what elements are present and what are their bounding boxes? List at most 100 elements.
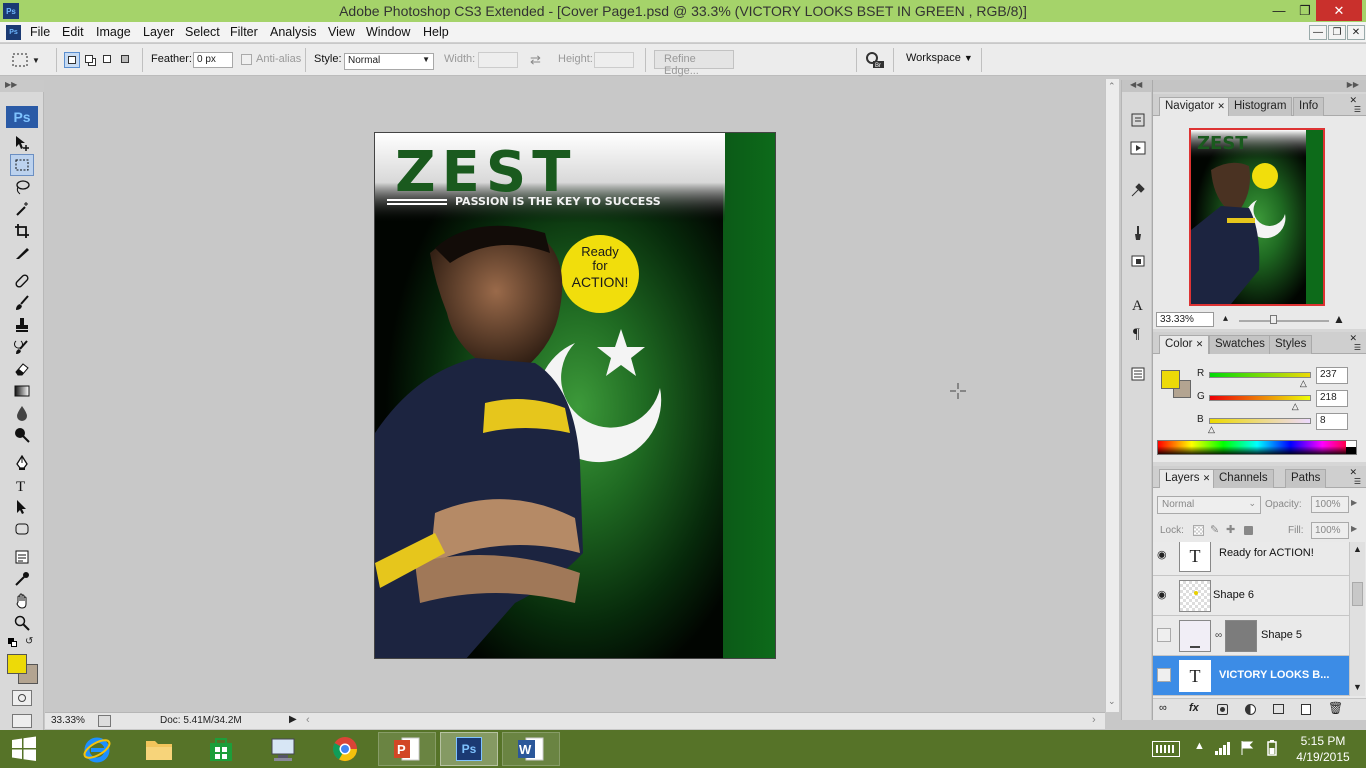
clone-stamp-tool[interactable] bbox=[10, 314, 34, 336]
scroll-down-arrow[interactable]: ▼ bbox=[1353, 682, 1362, 692]
g-input[interactable]: 218 bbox=[1316, 390, 1348, 407]
quick-mask-button[interactable] bbox=[12, 690, 32, 706]
tab-layers[interactable]: Layers ✕ bbox=[1159, 469, 1217, 488]
scroll-right-arrow[interactable]: › bbox=[1092, 714, 1096, 726]
zoom-out-icon[interactable]: ▴ bbox=[1223, 313, 1228, 324]
navigator-zoom-slider[interactable] bbox=[1239, 320, 1329, 322]
menu-edit[interactable]: Edit bbox=[62, 25, 84, 39]
taskbar-word[interactable]: W bbox=[502, 732, 560, 766]
zoom-level[interactable]: 33.33% bbox=[51, 715, 85, 726]
swap-arrows-icon[interactable]: ⇄ bbox=[530, 52, 541, 68]
navigator-zoom-thumb[interactable] bbox=[1270, 315, 1277, 324]
layer-row[interactable]: ◉ Shape 6 bbox=[1153, 576, 1349, 616]
panel-menu-icon[interactable]: ☰ bbox=[1354, 477, 1361, 486]
feather-input[interactable]: 0 px bbox=[193, 52, 233, 68]
lock-transparency-icon[interactable] bbox=[1193, 525, 1204, 536]
menu-help[interactable]: Help bbox=[423, 25, 449, 39]
close-icon[interactable]: ✕ bbox=[1203, 473, 1211, 483]
bridge-icon[interactable]: Br bbox=[864, 51, 886, 69]
swap-colors-icon[interactable]: ↺ bbox=[25, 636, 33, 647]
rectangular-marquee-tool[interactable] bbox=[10, 154, 34, 176]
menu-view[interactable]: View bbox=[328, 25, 355, 39]
dodge-tool[interactable] bbox=[10, 424, 34, 446]
width-input[interactable] bbox=[478, 52, 518, 68]
blur-tool[interactable] bbox=[10, 402, 34, 424]
character-icon[interactable]: A bbox=[1127, 293, 1149, 315]
layer-row[interactable]: ∞ Shape 5 bbox=[1153, 616, 1349, 656]
refine-edge-button[interactable]: Refine Edge... bbox=[654, 50, 734, 77]
brush-tool[interactable] bbox=[10, 292, 34, 314]
intersect-selection-button[interactable] bbox=[118, 52, 134, 68]
doc-restore-button[interactable]: ❐ bbox=[1328, 25, 1346, 40]
scroll-up-arrow[interactable]: ⌃ bbox=[1108, 81, 1116, 92]
gradient-tool[interactable] bbox=[10, 380, 34, 402]
visibility-toggle[interactable] bbox=[1157, 628, 1171, 642]
layer-row-selected[interactable]: T VICTORY LOOKS B... bbox=[1153, 656, 1349, 696]
tab-navigator[interactable]: Navigator ✕ bbox=[1159, 97, 1231, 116]
close-icon[interactable]: ✕ bbox=[1217, 101, 1225, 111]
status-menu-arrow[interactable]: ▶ bbox=[289, 714, 297, 725]
shape-tool[interactable] bbox=[10, 518, 34, 540]
add-mask-icon[interactable] bbox=[1217, 704, 1228, 715]
menu-filter[interactable]: Filter bbox=[230, 25, 258, 39]
visibility-toggle[interactable] bbox=[1157, 668, 1171, 682]
slice-tool[interactable] bbox=[10, 242, 34, 264]
tab-channels[interactable]: Channels bbox=[1213, 469, 1274, 488]
subtract-from-selection-button[interactable] bbox=[100, 52, 116, 68]
antialias-checkbox[interactable] bbox=[241, 54, 252, 65]
new-group-icon[interactable] bbox=[1273, 704, 1284, 714]
menu-analysis[interactable]: Analysis bbox=[270, 25, 317, 39]
menu-image[interactable]: Image bbox=[96, 25, 131, 39]
b-slider[interactable] bbox=[1209, 418, 1311, 424]
style-select[interactable]: Normal ▼ bbox=[344, 53, 434, 70]
eyedropper-tool[interactable] bbox=[10, 568, 34, 590]
blend-mode-select[interactable]: Normal ⌄ bbox=[1157, 496, 1261, 514]
document-canvas[interactable]: ZEST PASSION IS THE KEY TO SUCCESS Ready… bbox=[374, 132, 776, 659]
taskbar-internet-explorer[interactable] bbox=[68, 732, 126, 766]
pen-tool[interactable] bbox=[10, 452, 34, 474]
menu-layer[interactable]: Layer bbox=[143, 25, 174, 39]
paragraph-icon[interactable]: ¶ bbox=[1127, 321, 1149, 343]
screen-mode-button[interactable] bbox=[12, 714, 32, 728]
opacity-arrow[interactable]: ▶ bbox=[1351, 498, 1357, 507]
new-layer-icon[interactable] bbox=[1301, 704, 1311, 715]
new-selection-button[interactable] bbox=[64, 52, 80, 68]
lock-all-icon[interactable] bbox=[1244, 526, 1253, 535]
lock-position-icon[interactable]: ✚ bbox=[1226, 523, 1235, 536]
healing-brush-tool[interactable] bbox=[10, 270, 34, 292]
hand-tool[interactable] bbox=[10, 590, 34, 612]
color-spectrum[interactable] bbox=[1157, 440, 1357, 455]
foreground-color-swatch[interactable] bbox=[7, 654, 27, 674]
layers-scrollbar[interactable]: ▲ ▼ bbox=[1349, 542, 1365, 696]
layers-scroll-thumb[interactable] bbox=[1352, 582, 1363, 606]
clock-time[interactable]: 5:15 PM bbox=[1290, 734, 1356, 748]
tab-histogram[interactable]: Histogram bbox=[1228, 97, 1293, 116]
close-button[interactable]: ✕ bbox=[1316, 0, 1362, 21]
tool-presets-icon[interactable] bbox=[1127, 179, 1149, 201]
r-slider-thumb[interactable]: △ bbox=[1300, 378, 1307, 389]
panel-menu-icon[interactable]: ☰ bbox=[1354, 343, 1361, 352]
fx-icon[interactable]: fx bbox=[1189, 702, 1199, 714]
keyboard-icon[interactable] bbox=[1152, 741, 1180, 757]
type-tool[interactable]: T bbox=[10, 474, 34, 496]
clone-source-icon[interactable] bbox=[1127, 250, 1149, 272]
fill-input[interactable]: 100% bbox=[1311, 522, 1349, 539]
menu-file[interactable]: File bbox=[30, 25, 50, 39]
zoom-in-icon[interactable]: ▲ bbox=[1333, 312, 1345, 326]
doc-minimize-button[interactable]: — bbox=[1309, 25, 1327, 40]
brushes-icon[interactable] bbox=[1127, 222, 1149, 244]
adjustment-layer-icon[interactable] bbox=[1245, 704, 1256, 715]
eye-icon[interactable]: ◉ bbox=[1157, 588, 1171, 602]
r-slider[interactable] bbox=[1209, 372, 1311, 378]
eraser-tool[interactable] bbox=[10, 358, 34, 380]
lock-pixels-icon[interactable]: ✎ bbox=[1210, 523, 1219, 536]
history-brush-tool[interactable] bbox=[10, 336, 34, 358]
panels-dock-handle[interactable]: ▶▶ bbox=[1153, 80, 1366, 92]
r-input[interactable]: 237 bbox=[1316, 367, 1348, 384]
layer-row[interactable]: ◉ T Ready for ACTION! bbox=[1153, 542, 1349, 576]
navigator-zoom-input[interactable]: 33.33% bbox=[1156, 312, 1214, 327]
tab-paths[interactable]: Paths bbox=[1285, 469, 1327, 488]
move-tool[interactable] bbox=[10, 132, 34, 154]
actions-icon[interactable] bbox=[1127, 137, 1149, 159]
panel-menu-icon[interactable]: ☰ bbox=[1354, 105, 1361, 114]
